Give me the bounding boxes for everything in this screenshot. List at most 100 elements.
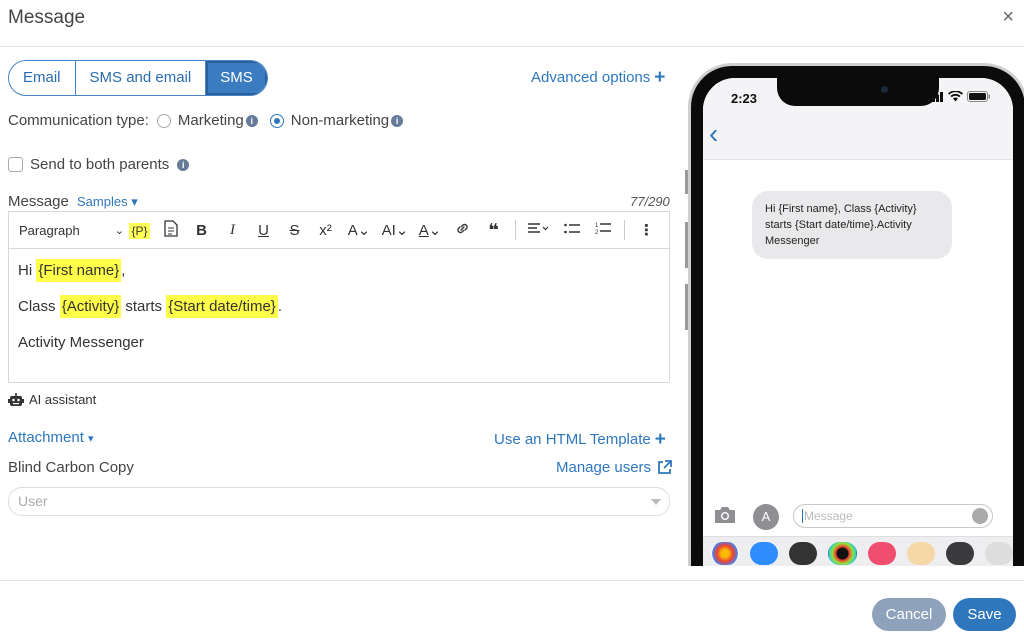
message-line: Class {Activity} starts {Start date/time… (18, 295, 660, 319)
tab-sms[interactable]: SMS (206, 61, 267, 95)
phone-compose-bar: A Message (703, 500, 1013, 532)
align-icon[interactable] (522, 222, 556, 239)
back-chevron-icon[interactable]: ‹ (709, 118, 718, 150)
html-template-link[interactable]: Use an HTML Template + (494, 429, 666, 451)
phone-time: 2:23 (731, 91, 758, 106)
plus-icon: + (654, 67, 666, 88)
caret-down-icon: ▾ (88, 433, 94, 445)
battery-icon (967, 91, 990, 102)
document-icon[interactable] (155, 219, 186, 241)
text-style-icon[interactable]: AI⌄ (377, 221, 413, 239)
app-tray (703, 536, 1013, 566)
apple-pay-icon[interactable] (789, 541, 818, 565)
strikethrough-icon[interactable]: S (279, 222, 310, 239)
line-text: Hi (18, 262, 37, 279)
manage-users-label: Manage users (556, 459, 652, 476)
radio-marketing[interactable] (156, 113, 171, 128)
app-store-tray-icon[interactable] (750, 541, 779, 565)
info-icon[interactable]: i (177, 158, 190, 171)
placeholder-token: {Start date/time} (166, 295, 278, 318)
more-options-icon[interactable]: ⋮ (631, 221, 662, 239)
cancel-button[interactable]: Cancel (872, 598, 946, 631)
ai-assistant-label: AI assistant (29, 392, 97, 407)
camera-icon[interactable] (713, 505, 737, 525)
text-color-icon[interactable]: A⌄ (413, 221, 447, 239)
svg-text:2: 2 (595, 230, 599, 235)
radio-non-marketing[interactable] (269, 113, 284, 128)
html-template-label: Use an HTML Template (494, 431, 651, 448)
app-store-icon[interactable]: A (753, 504, 779, 530)
activity-app-icon[interactable] (828, 541, 857, 565)
message-label: Message (8, 193, 69, 210)
communication-type: Communication type: Marketing i Non-mark… (8, 112, 404, 129)
info-icon[interactable]: i (245, 114, 258, 127)
ai-assistant-button[interactable]: AI assistant (8, 392, 96, 407)
bullet-list-icon[interactable] (556, 222, 587, 239)
editor-content[interactable]: Hi {First name}, Class {Activity} starts… (9, 249, 669, 377)
tab-sms-and-email[interactable]: SMS and email (76, 61, 207, 95)
link-icon[interactable] (447, 221, 478, 240)
caret-down-icon (651, 499, 661, 505)
samples-dropdown[interactable]: Samples ▾ (77, 194, 138, 210)
communication-type-label: Communication type: (8, 112, 149, 129)
tab-email[interactable]: Email (9, 61, 76, 95)
info-icon[interactable]: i (391, 114, 404, 127)
line-text: . (277, 298, 282, 315)
toolbar-divider (515, 220, 516, 240)
advanced-options-label: Advanced options (531, 69, 651, 86)
attachment-label: Attachment (8, 429, 84, 446)
placeholder-button[interactable]: {P} (124, 222, 155, 239)
sms-preview-bubble: Hi {First name}, Class {Activity} starts… (752, 191, 952, 259)
phone-screen: 2:23 ‹ Hi {First name}, Class {Activity}… (703, 78, 1013, 566)
chevron-down-icon: ⌄ (114, 224, 124, 237)
non-marketing-label: Non-marketing (290, 112, 390, 129)
line-text: , (121, 262, 126, 279)
dialog-footer: Cancel Save (0, 580, 1024, 638)
phone-status-bar: 2:23 (703, 78, 1013, 114)
send-both-parents-label: Send to both parents (30, 156, 170, 173)
format-select[interactable]: Paragraph ⌄ (9, 223, 124, 238)
svg-text:1: 1 (595, 223, 599, 229)
bold-icon[interactable]: B (186, 222, 217, 239)
save-button[interactable]: Save (953, 598, 1016, 631)
dialog-title: Message (8, 7, 86, 28)
image-search-icon[interactable] (867, 541, 896, 565)
microphone-icon[interactable] (972, 508, 988, 524)
line-text: starts (121, 298, 167, 315)
dialog-header: Message × (0, 0, 1024, 47)
message-editor: Paragraph ⌄ {P} B I U S x² A⌄ AI⌄ A⌄ ❝ 1… (8, 211, 670, 383)
message-line: Activity Messenger (18, 334, 144, 351)
phone-notch (777, 78, 939, 106)
bcc-label: Blind Carbon Copy (8, 459, 134, 476)
format-select-label: Paragraph (19, 222, 80, 238)
send-both-parents-checkbox[interactable] (8, 157, 23, 172)
attachment-dropdown[interactable]: Attachment ▾ (8, 429, 94, 446)
underline-icon[interactable]: U (248, 222, 279, 239)
camera-dot (881, 86, 888, 93)
numbered-list-icon[interactable]: 12 (587, 221, 618, 239)
placeholder-token: {First name} (36, 259, 122, 282)
close-icon[interactable]: × (1002, 6, 1014, 29)
channel-tabs: Email SMS and email SMS (8, 60, 268, 96)
quote-icon[interactable]: ❝ (478, 220, 509, 241)
more-apps-icon[interactable] (984, 541, 1013, 565)
samples-label: Samples (77, 194, 128, 209)
memoji-icon[interactable] (906, 541, 935, 565)
signal-icon (928, 91, 943, 102)
external-link-icon (658, 460, 672, 474)
plus-icon: + (654, 429, 666, 450)
digital-touch-icon[interactable] (945, 541, 974, 565)
phone-message-field[interactable]: Message (793, 504, 993, 528)
advanced-options-link[interactable]: Advanced options + (531, 67, 665, 89)
superscript-icon[interactable]: x² (310, 222, 341, 239)
photos-app-icon[interactable] (711, 541, 740, 565)
manage-users-link[interactable]: Manage users (556, 459, 672, 476)
bcc-user-select[interactable]: User (8, 487, 670, 516)
message-line: Hi {First name}, (18, 259, 660, 283)
toolbar-divider (624, 220, 625, 240)
italic-icon[interactable]: I (217, 222, 248, 239)
wifi-icon (948, 91, 963, 102)
placeholder-tag: {P} (129, 222, 150, 239)
font-size-icon[interactable]: A⌄ (341, 221, 377, 239)
robot-icon (8, 392, 24, 406)
